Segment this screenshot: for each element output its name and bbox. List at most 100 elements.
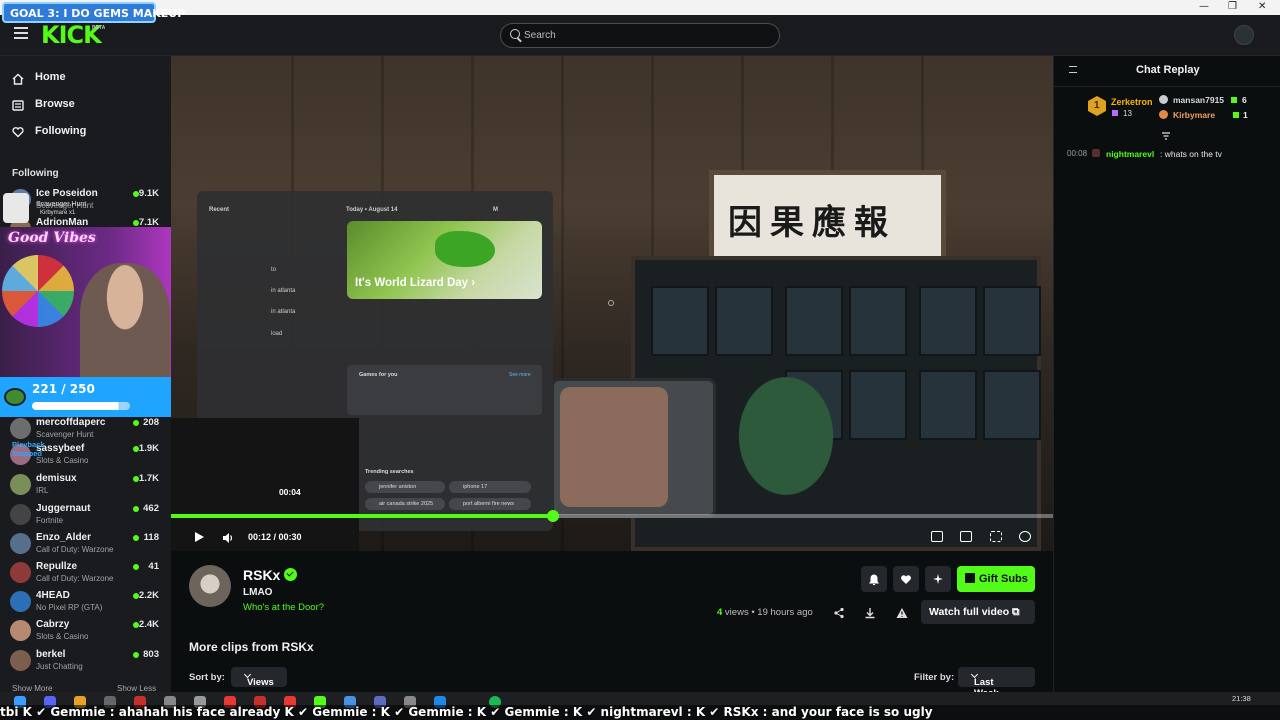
gift-icon	[965, 573, 975, 583]
user-avatar[interactable]	[1234, 25, 1254, 45]
nav-browse[interactable]: Browse	[35, 98, 75, 110]
start-recent-label: Recent	[209, 207, 230, 213]
channel-category: Scavenger Hunt	[36, 430, 94, 439]
start-left-item: in atlanta	[271, 288, 296, 294]
viewer-count: 462	[143, 503, 159, 514]
video-player[interactable]: 因果應報 Recent Today • August 14 M It's Wor…	[171, 56, 1053, 551]
channel-category: Slots & Casino	[36, 632, 89, 641]
home-icon	[12, 72, 24, 85]
sidebar-channel[interactable]: 4HEAD No Pixel RP (GTA) 2.2K	[0, 587, 171, 617]
sidebar-channel[interactable]: Cabrzy Slots & Casino 2.4K	[0, 616, 171, 646]
clip-age: • 19 hours ago	[748, 607, 813, 618]
download-icon[interactable]	[864, 606, 876, 619]
channel-avatar	[10, 620, 31, 641]
nav-home[interactable]: Home	[35, 71, 66, 83]
gifter-count: 6	[1242, 95, 1247, 105]
share-icon[interactable]	[833, 606, 845, 619]
report-icon[interactable]	[896, 606, 908, 618]
menu-icon[interactable]	[14, 27, 28, 39]
fullscreen-icon[interactable]	[990, 531, 1002, 542]
seek-handle[interactable]	[546, 510, 559, 522]
chat-username[interactable]: nightmarevl	[1106, 149, 1154, 159]
watch-full-video-button[interactable]: Watch full video ⧉	[921, 600, 1035, 624]
channel-name: Repullze	[36, 561, 78, 572]
trending-title: Trending searches	[365, 469, 414, 475]
close-button[interactable]: ✕	[1258, 1, 1266, 12]
viewer-count: 1.7K	[138, 473, 159, 484]
channel-category: Call of Duty: Warzone	[36, 574, 114, 583]
trending-pill: jennifer aniston	[365, 481, 445, 493]
live-dot-icon	[133, 506, 139, 512]
trending-pill: iphone 17	[449, 481, 531, 493]
search-placeholder: Search	[524, 30, 556, 41]
channel-name: Juggernaut	[36, 503, 91, 514]
channel-name[interactable]: RSKx	[243, 567, 280, 583]
clip-category[interactable]: Who's at the Door?	[243, 602, 324, 613]
cam-title: Good Vibes	[8, 230, 96, 246]
gifter-rank: 1	[1094, 100, 1100, 111]
pip-icon[interactable]	[931, 531, 943, 542]
sparkle-button[interactable]	[925, 566, 951, 592]
gifter-name[interactable]: mansan7915	[1173, 95, 1224, 105]
top-gifter-count: 13	[1123, 109, 1132, 118]
sidebar-channel[interactable]: berkel Just Chatting 803	[0, 646, 171, 676]
wall-sign: 因果應報	[709, 170, 946, 262]
sort-by-select[interactable]: Views	[231, 667, 287, 688]
goal-banner: GOAL 3: I DO GEMS MAKEUP	[2, 2, 185, 23]
channel-category: Just Chatting	[36, 662, 83, 671]
chat-divider	[1054, 86, 1280, 87]
prize-wheel	[2, 255, 74, 327]
volume-icon[interactable]	[222, 531, 234, 543]
channel-category: IRL	[36, 486, 49, 495]
theater-mode-icon[interactable]	[960, 531, 972, 542]
channel-name: Enzo_Alder	[36, 532, 92, 543]
sidebar-channel[interactable]: Repullze Call of Duty: Warzone 41	[0, 558, 171, 588]
heart-icon	[901, 575, 911, 584]
play-icon[interactable]	[195, 532, 204, 542]
channel-avatar[interactable]	[189, 565, 231, 607]
channel-avatar	[10, 562, 31, 583]
gifter-name[interactable]: Kirbymare	[1173, 110, 1215, 120]
chat-user-badge	[1092, 149, 1100, 157]
restore-button[interactable]: ❐	[1228, 1, 1237, 12]
notification-button[interactable]	[861, 566, 887, 592]
gift-subs-button[interactable]: Gift Subs	[957, 566, 1035, 592]
sidebar-channel[interactable]: Enzo_Alder Call of Duty: Warzone 118	[0, 529, 171, 559]
taskbar-clock: 21:38	[1232, 694, 1251, 703]
sidebar-channel[interactable]: Juggernaut Fortnite 462	[0, 500, 171, 530]
channel-avatar	[10, 591, 31, 612]
seek-bar[interactable]	[171, 510, 1053, 522]
overlay-app-icon	[3, 193, 29, 223]
live-dot-icon	[133, 535, 139, 541]
channel-name: mercoffdaperc	[36, 417, 106, 428]
nav-following[interactable]: Following	[35, 125, 86, 137]
viewer-count: 41	[148, 561, 159, 572]
tv-screen	[560, 387, 668, 507]
sub-goal-progress	[32, 402, 130, 410]
viewer-count: 208	[143, 417, 159, 428]
plant	[726, 361, 846, 511]
streamer-camera	[80, 263, 170, 377]
window-titlebar: — ❐ ✕	[0, 0, 1280, 15]
seek-progress	[171, 514, 553, 518]
start-left-item: to	[271, 267, 277, 273]
top-gifter-name[interactable]: Zerketron	[1111, 97, 1153, 107]
watch-full-video-label: Watch full video ⧉	[929, 606, 1020, 618]
channel-avatar	[10, 504, 31, 525]
channel-avatar	[10, 474, 31, 495]
browse-icon	[12, 98, 24, 111]
gift-icon	[1233, 112, 1239, 118]
search-input[interactable]: Search	[500, 23, 780, 48]
follow-button[interactable]	[893, 566, 919, 592]
collapse-chat-icon[interactable]	[1069, 66, 1077, 73]
search-icon	[510, 29, 520, 39]
settings-icon[interactable]	[1019, 531, 1031, 542]
sidebar-channel[interactable]: demisux IRL 1.7K	[0, 470, 171, 500]
games-for-you: Games for you See more	[347, 365, 542, 415]
minimize-button[interactable]: —	[1199, 1, 1209, 12]
sort-by-label: Sort by:	[189, 672, 225, 683]
top-header: KICK BETA Search	[0, 15, 1280, 56]
clip-title: LMAO	[243, 587, 273, 598]
expand-gifters-icon[interactable]	[1161, 128, 1171, 140]
filter-by-select[interactable]: Last Week	[958, 667, 1035, 699]
